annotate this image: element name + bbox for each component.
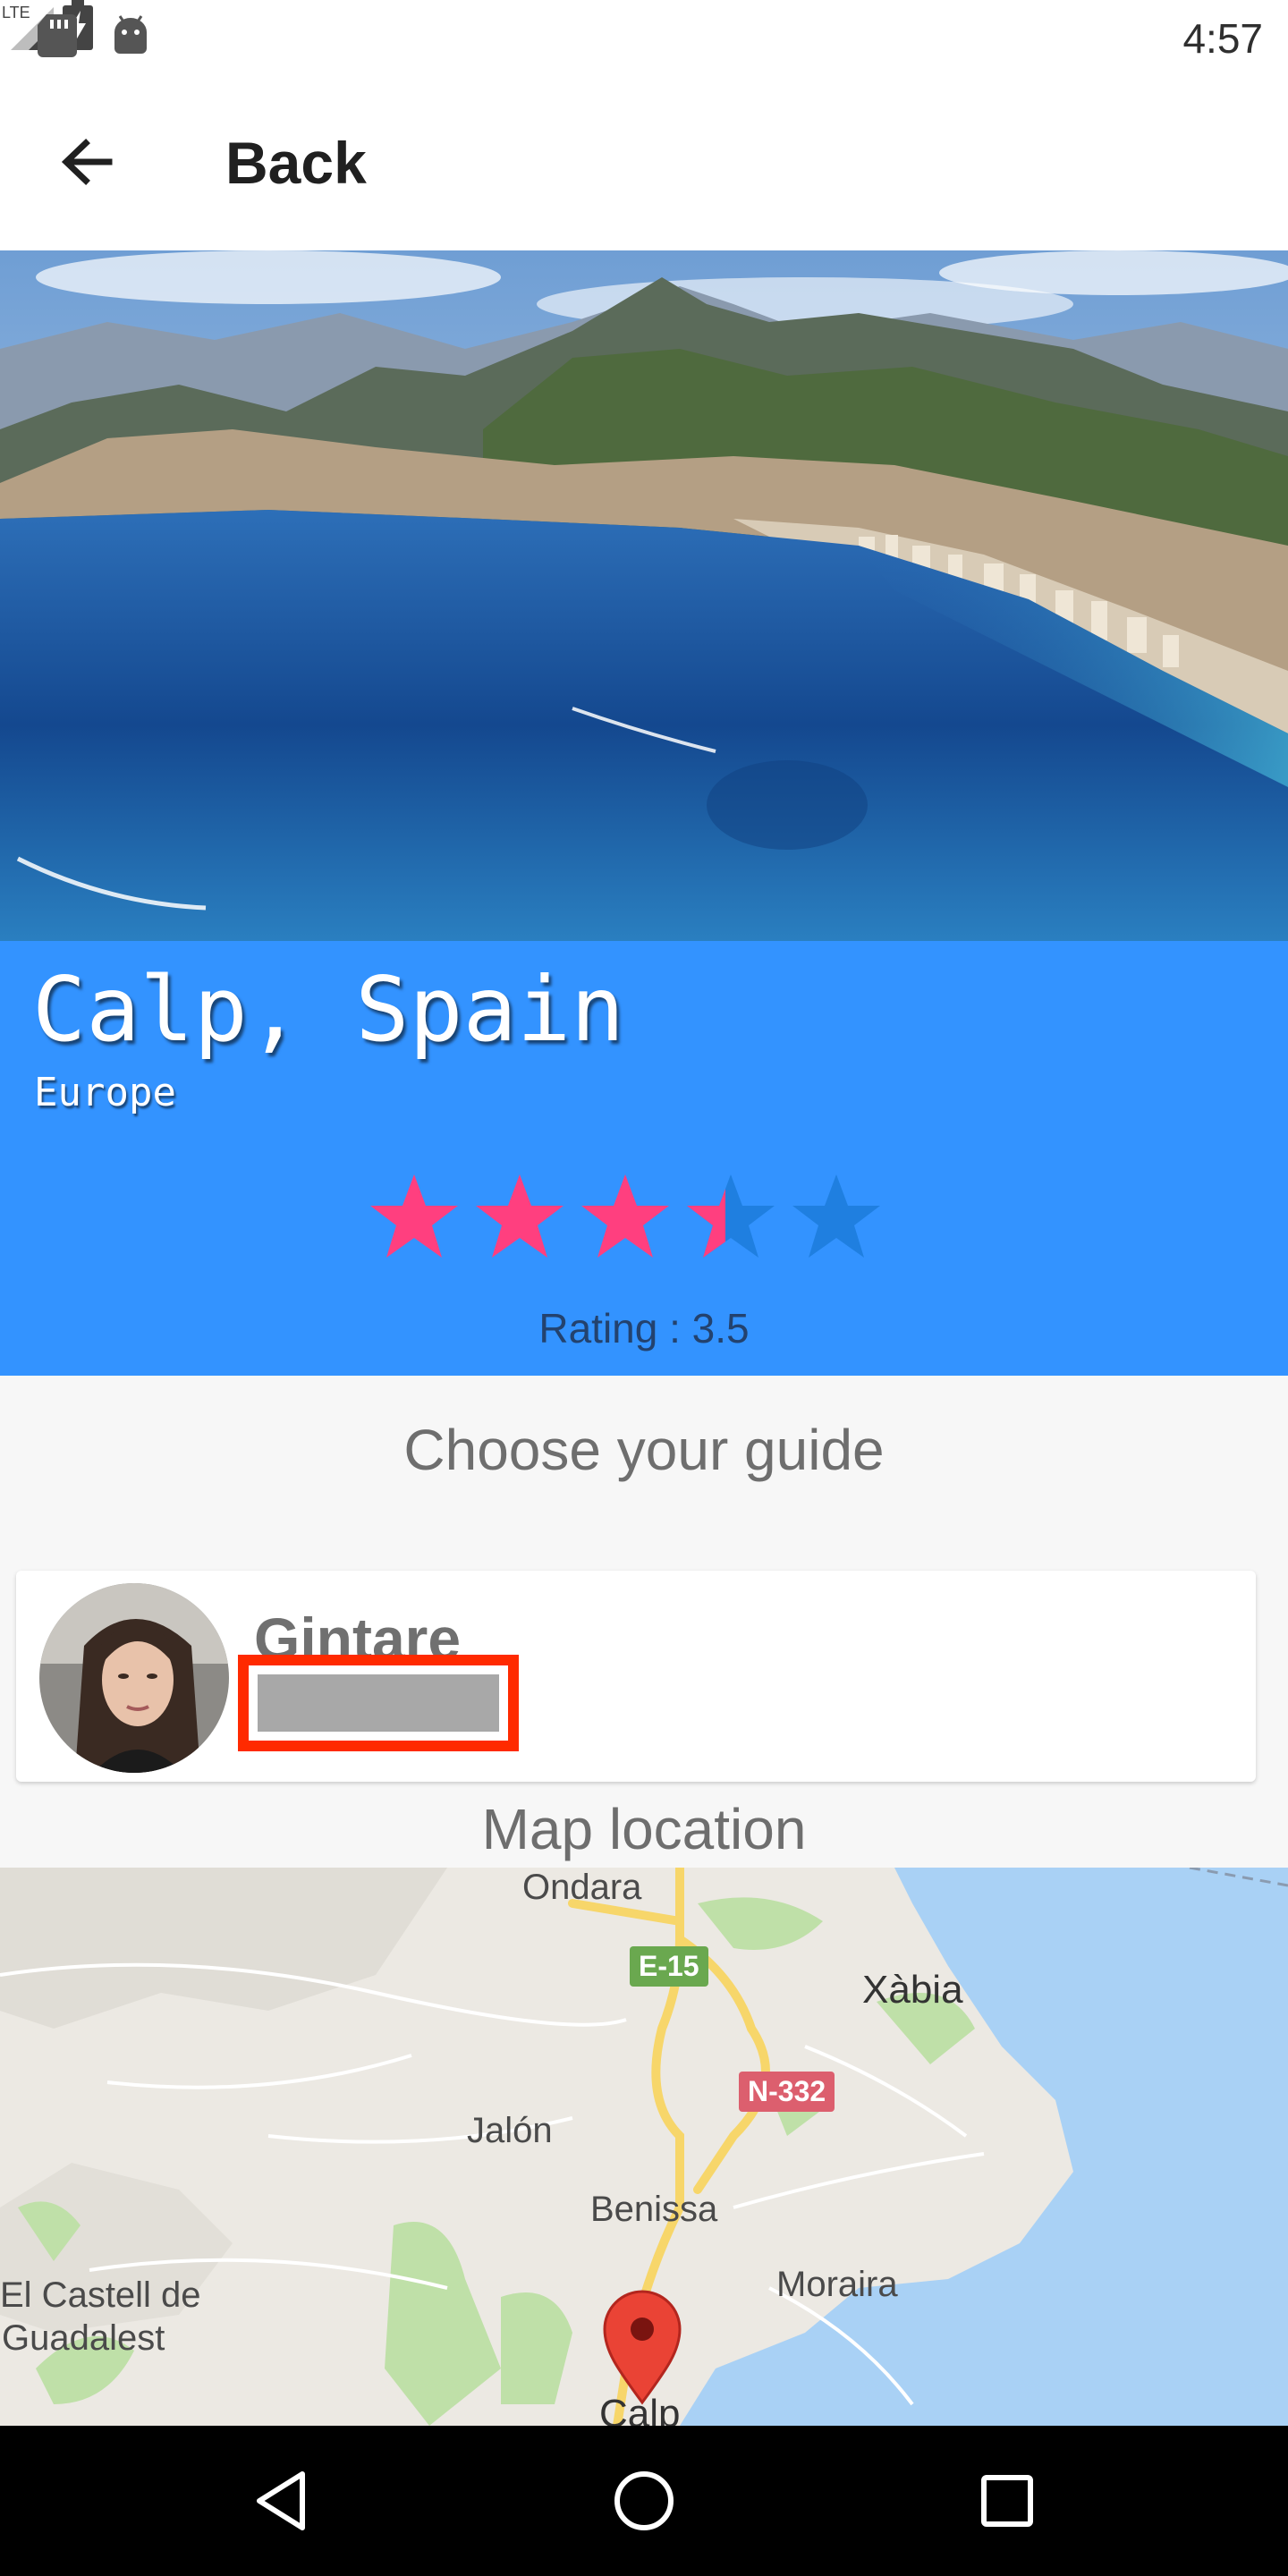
location-map[interactable]: Ondara Xàbia Jalón Benissa Moraira El Ca…: [0, 1868, 1288, 2426]
road-badge-e15: E-15: [630, 1946, 708, 1987]
map-section-heading: Map location: [481, 1797, 807, 1861]
map-label-benissa: Benissa: [590, 2190, 718, 2229]
nav-home-icon[interactable]: [608, 2465, 680, 2537]
highlighted-element[interactable]: [238, 1655, 519, 1751]
map-label-xabia: Xàbia: [862, 1968, 963, 2012]
sd-card-icon: [38, 14, 77, 57]
avatar: [39, 1583, 229, 1773]
app-bar: Back: [0, 75, 1288, 250]
road-badge-n332: N-332: [739, 2072, 835, 2112]
destination-photo: [0, 250, 1288, 941]
nav-recents-icon[interactable]: [971, 2465, 1043, 2537]
status-bar: LTE 4:57: [0, 0, 1288, 75]
star-1-icon: [370, 1174, 458, 1258]
star-3-icon: [581, 1174, 669, 1258]
redacted-field: [258, 1674, 499, 1732]
map-label-jalon: Jalón: [467, 2111, 553, 2150]
android-icon: [114, 15, 147, 54]
guide-card[interactable]: Gintare: [16, 1571, 1256, 1782]
map-label-calp: Calp: [599, 2392, 681, 2426]
guide-section-heading: Choose your guide: [403, 1418, 885, 1482]
back-button[interactable]: Back: [225, 129, 367, 197]
star-2-icon: [476, 1174, 564, 1258]
destination-continent: Europe: [34, 1070, 176, 1115]
map-label-ondara: Ondara: [522, 1868, 642, 1907]
destination-title: Calp, Spain: [32, 957, 625, 1062]
arrow-back-icon[interactable]: [55, 131, 118, 193]
system-nav-bar: [0, 2426, 1288, 2576]
star-5-icon: [792, 1174, 880, 1258]
svg-text:LTE: LTE: [2, 4, 30, 21]
clock: 4:57: [1182, 15, 1263, 62]
map-label-castell-line2: Guadalest: [2, 2318, 165, 2358]
rating-text: Rating : 3.5: [538, 1305, 750, 1352]
map-label-castell-line1: El Castell de: [0, 2275, 201, 2315]
destination-info: Calp, Spain Europe Rating : 3.5: [0, 941, 1288, 1376]
map-label-moraira: Moraira: [776, 2265, 898, 2304]
rating-stars[interactable]: [365, 1170, 893, 1268]
star-4-half-icon: [687, 1174, 775, 1258]
nav-back-icon[interactable]: [247, 2465, 318, 2537]
